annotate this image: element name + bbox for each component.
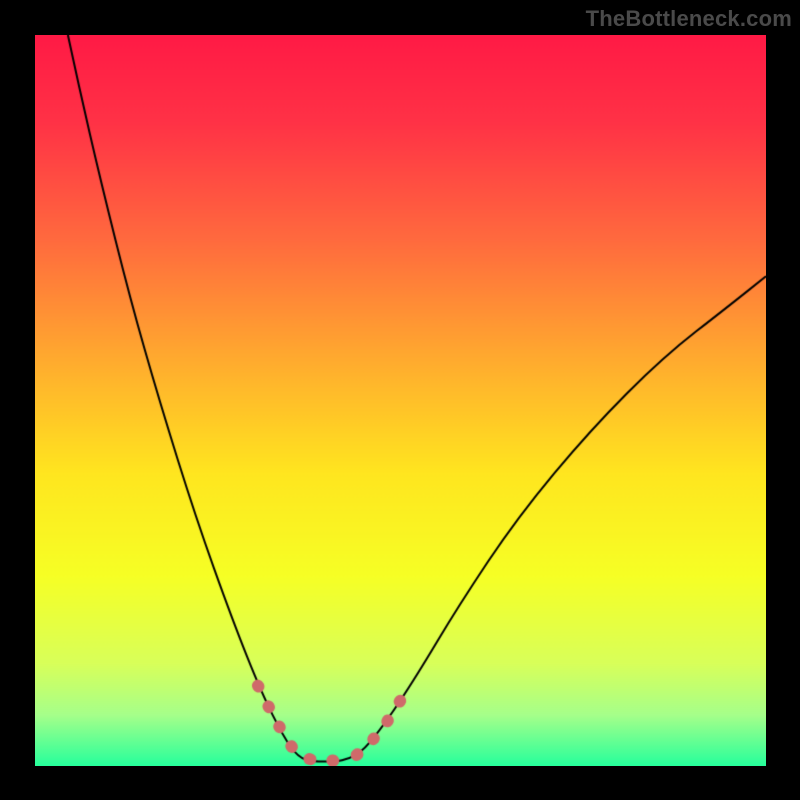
curve-canvas [35,35,766,766]
chart-frame: TheBottleneck.com [0,0,800,800]
plot-area [35,35,766,766]
watermark-text: TheBottleneck.com [586,6,792,32]
